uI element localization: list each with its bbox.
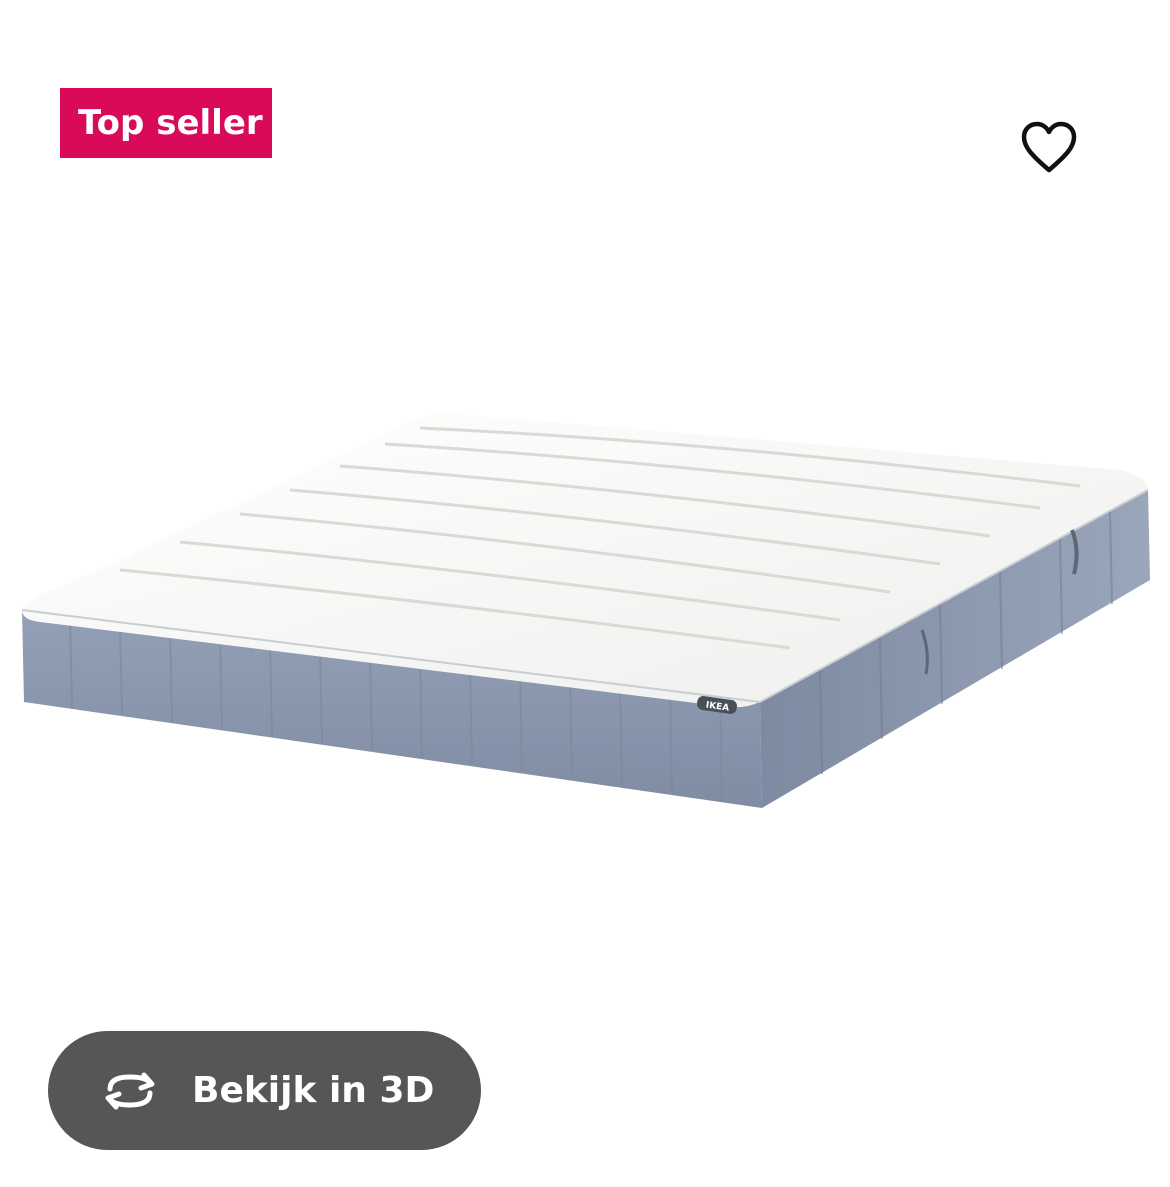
view-in-3d-label: Bekijk in 3D: [192, 1070, 435, 1111]
heart-outline-icon: [1021, 121, 1077, 173]
mattress-illustration: IKEA: [21, 413, 1150, 808]
product-image[interactable]: IKEA: [0, 330, 1170, 1030]
product-media: Top seller IKEA Bekijk in 3D: [0, 0, 1170, 1187]
top-seller-badge: Top seller: [60, 88, 272, 158]
rotate-3d-icon: [100, 1069, 160, 1113]
badge-label: Top seller: [78, 103, 263, 143]
view-in-3d-button[interactable]: Bekijk in 3D: [48, 1031, 481, 1150]
favorite-button[interactable]: [1018, 120, 1080, 176]
